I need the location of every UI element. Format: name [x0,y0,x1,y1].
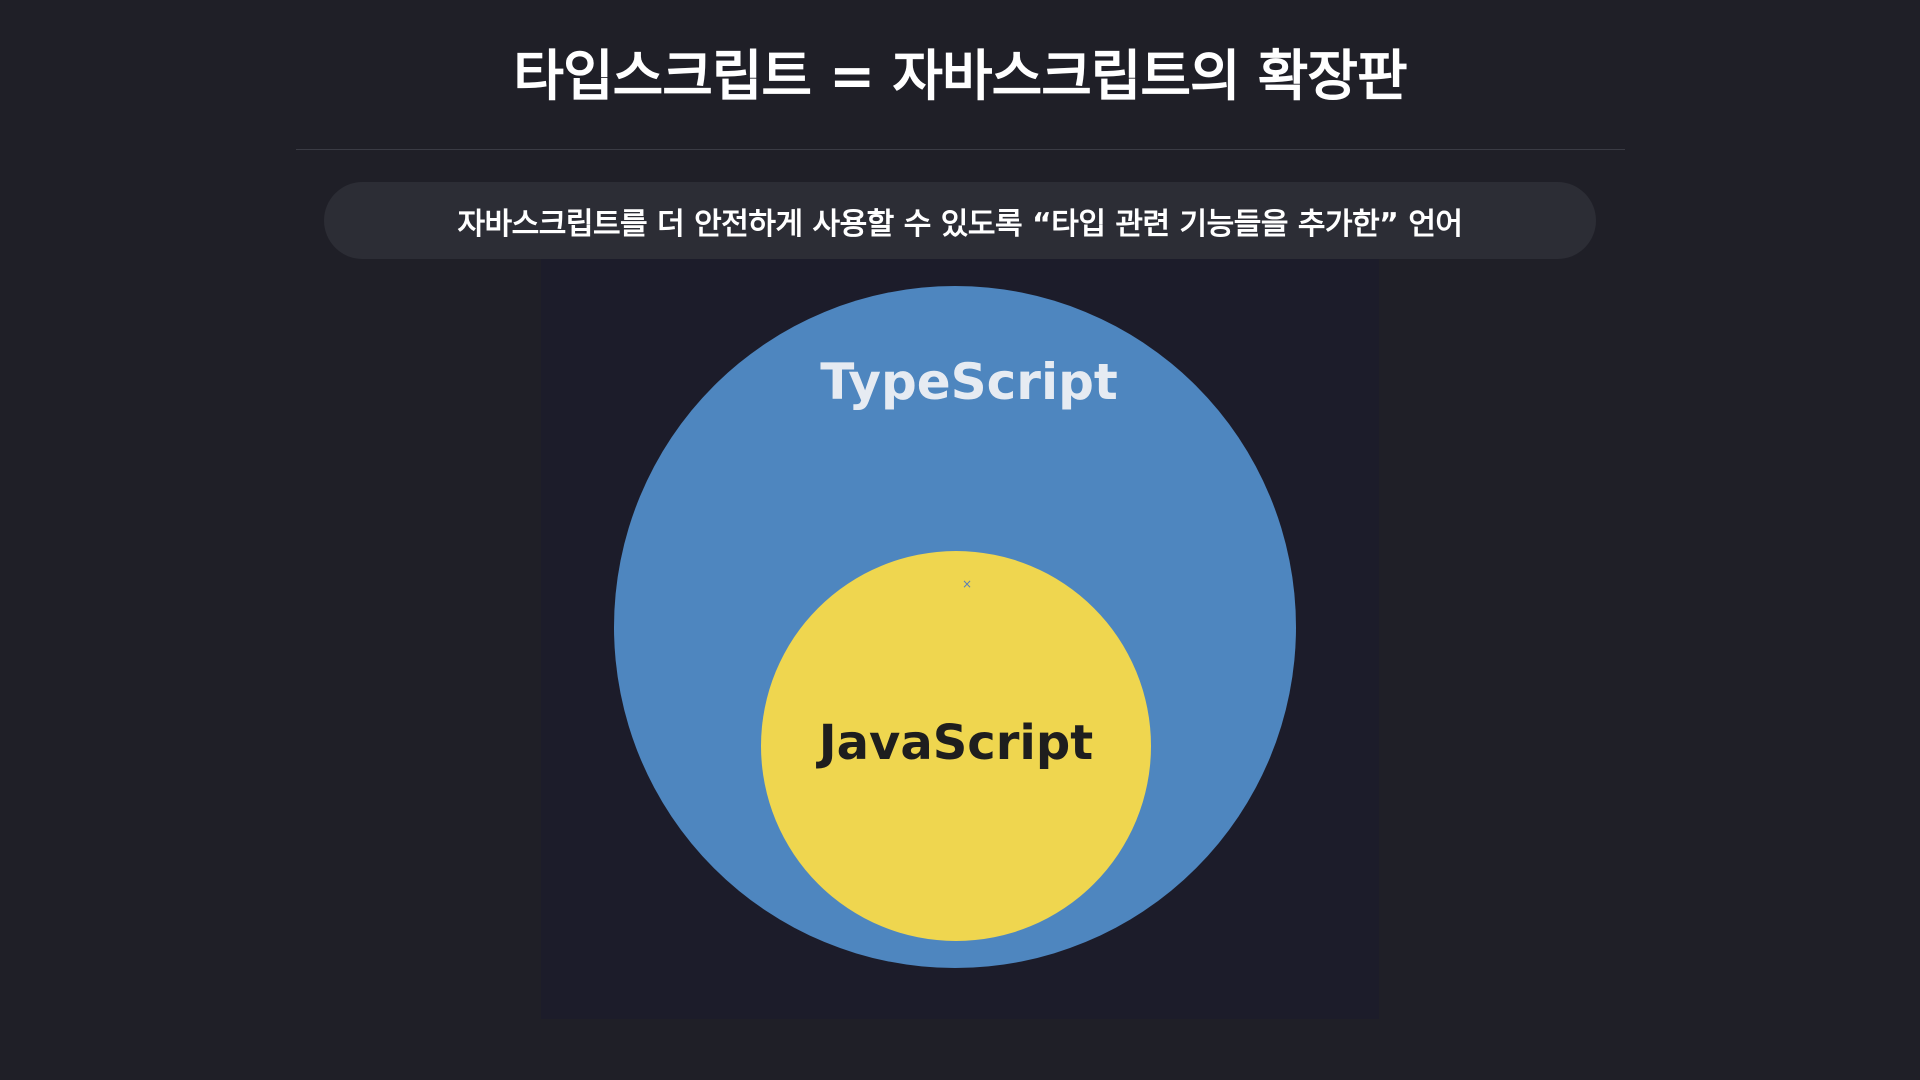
page-title: 타입스크립트 = 자바스크립트의 확장판 [513,44,1407,108]
subtitle-text: 자바스크립트를 더 안전하게 사용할 수 있도록 “타입 관련 기능들을 추가한… [457,206,1463,242]
title-divider [296,149,1625,150]
typescript-label: TypeScript [820,353,1118,411]
venn-diagram: TypeScript JavaScript × [614,286,1296,968]
venn-diagram-panel: TypeScript JavaScript × [541,259,1379,1019]
center-marker: × [962,577,972,591]
subtitle-pill: 자바스크립트를 더 안전하게 사용할 수 있도록 “타입 관련 기능들을 추가한… [324,182,1596,259]
javascript-label: JavaScript [816,715,1093,771]
slide: 타입스크립트 = 자바스크립트의 확장판 자바스크립트를 더 안전하게 사용할 … [0,0,1920,1080]
